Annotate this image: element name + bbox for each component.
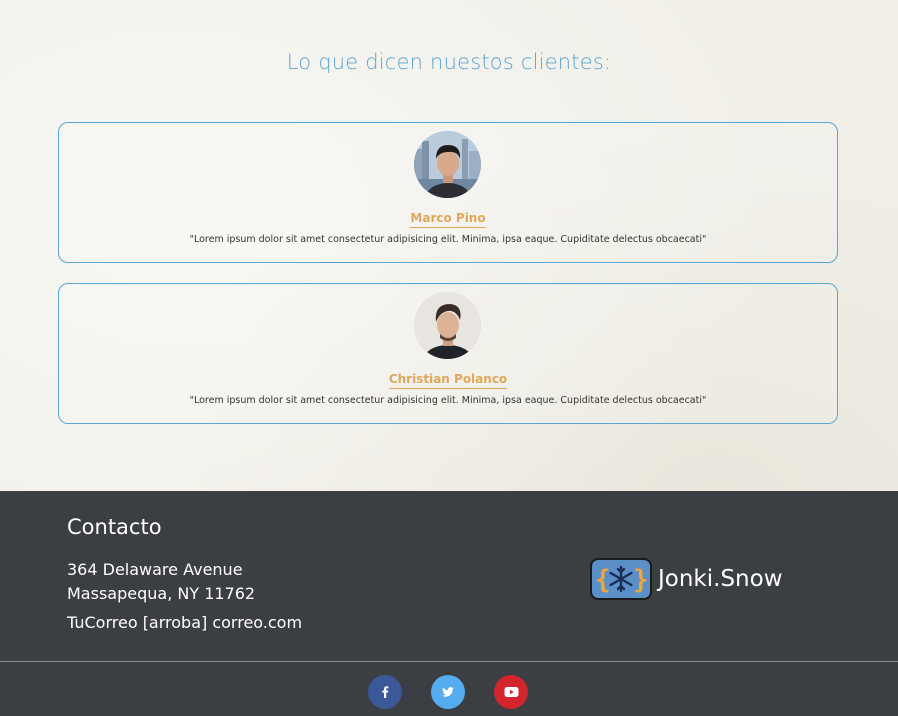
svg-text:}: } [633, 565, 649, 595]
site-footer: Contacto 364 Delaware Avenue Massapequa,… [0, 491, 898, 716]
testimonial-card: Marco Pino "Lorem ipsum dolor sit amet c… [58, 122, 838, 263]
twitter-button[interactable] [431, 675, 465, 709]
twitter-icon [442, 687, 454, 697]
youtube-button[interactable] [494, 675, 528, 709]
facebook-icon [382, 686, 389, 698]
brand-name: Jonki.Snow [658, 566, 783, 592]
facebook-button[interactable] [368, 675, 402, 709]
client-name[interactable]: Christian Polanco [388, 372, 508, 389]
youtube-icon [504, 687, 518, 697]
avatar [414, 292, 481, 359]
avatar [414, 131, 481, 198]
snowflake-logo-icon: { } [590, 558, 652, 600]
address-line-1: 364 Delaware Avenue [67, 560, 243, 579]
client-quote: "Lorem ipsum dolor sit amet consectetur … [189, 395, 707, 406]
contact-email: TuCorreo [arroba] correo.com [67, 613, 303, 632]
brand[interactable]: { } Jonki.Snow [590, 558, 783, 600]
section-title: Lo que dicen nuestos clientes: [286, 50, 612, 74]
address-line-2: Massapequa, NY 11762 [67, 584, 256, 603]
client-name[interactable]: Marco Pino [410, 211, 486, 228]
testimonials-section: Lo que dicen nuestos clientes: Marco Pin… [0, 0, 898, 491]
contact-heading: Contacto [67, 515, 162, 539]
client-quote: "Lorem ipsum dolor sit amet consectetur … [189, 234, 707, 245]
footer-divider [0, 661, 898, 662]
testimonial-card: Christian Polanco "Lorem ipsum dolor sit… [58, 283, 838, 424]
svg-text:{: { [595, 565, 611, 595]
